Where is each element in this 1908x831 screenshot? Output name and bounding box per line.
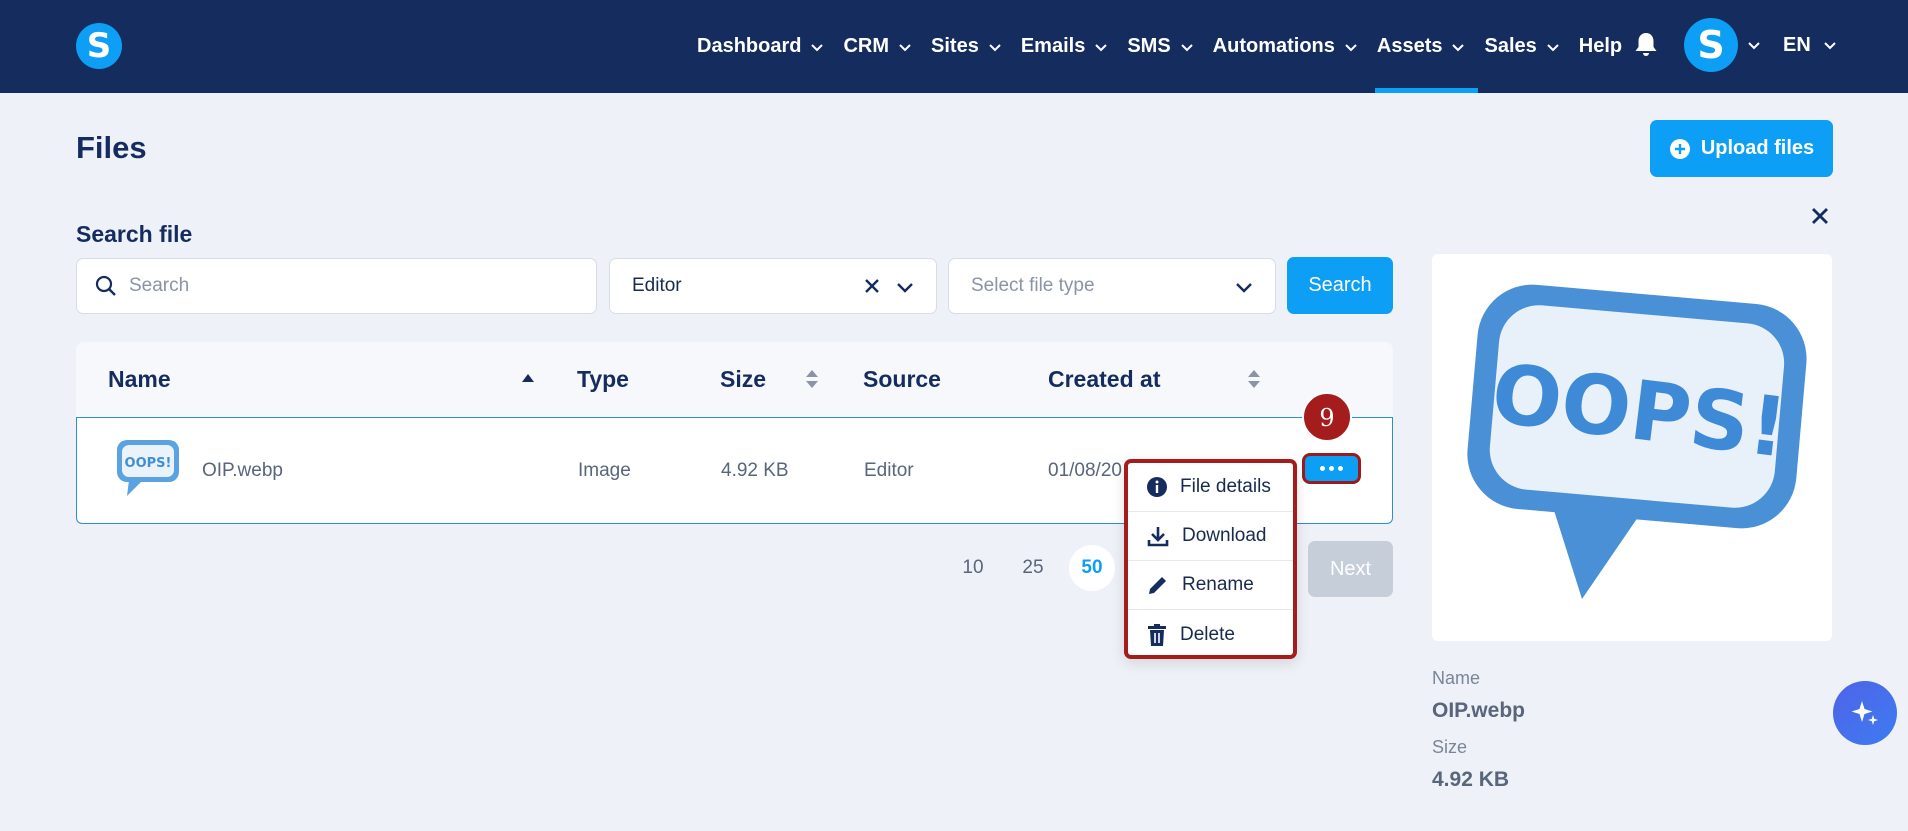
clear-icon[interactable]	[862, 276, 882, 296]
info-icon	[1147, 477, 1167, 497]
sparkle-icon	[1851, 701, 1878, 725]
bell-icon[interactable]	[1633, 31, 1659, 59]
dot-icon	[1320, 466, 1325, 471]
menu-item-file-details[interactable]: File details	[1128, 463, 1293, 512]
nav-item-dashboard[interactable]: Dashboard	[697, 0, 826, 93]
file-type-select[interactable]: Select file type	[948, 258, 1276, 314]
page-size-10[interactable]: 10	[950, 545, 996, 591]
main-nav: Dashboard CRM Sites Emails SMS Automatio…	[697, 0, 1639, 93]
column-header-source: Source	[863, 366, 941, 392]
page-size-50[interactable]: 50	[1069, 545, 1115, 591]
search-button[interactable]: Search	[1287, 257, 1393, 314]
menu-item-delete[interactable]: Delete	[1128, 610, 1293, 659]
nav-item-emails[interactable]: Emails	[1021, 0, 1110, 93]
nav-item-automations[interactable]: Automations	[1213, 0, 1360, 93]
column-header-name[interactable]: Name	[108, 366, 171, 393]
menu-item-label: Delete	[1180, 623, 1235, 645]
preview-size-label: Size	[1432, 737, 1468, 757]
row-actions-menu: File details Download Rename Delete	[1124, 459, 1297, 659]
page-title: Files	[76, 130, 147, 165]
svg-text:OOPS!: OOPS!	[125, 456, 172, 471]
preview-speech-bubble: OOPS!	[1432, 254, 1832, 641]
file-preview-image: OOPS!	[1432, 254, 1832, 641]
chevron-down-icon	[1452, 43, 1465, 51]
upload-files-button[interactable]: Upload files	[1650, 120, 1833, 177]
column-header-type: Type	[577, 366, 629, 392]
nav-item-crm[interactable]: CRM	[843, 0, 914, 93]
sort-ascending-icon[interactable]	[520, 372, 536, 384]
file-name[interactable]: OIP.webp	[202, 460, 283, 482]
nav-item-sites[interactable]: Sites	[931, 0, 1004, 93]
search-input[interactable]	[129, 275, 569, 297]
chevron-down-icon	[1824, 42, 1836, 50]
nav-item-label: Emails	[1020, 35, 1086, 57]
step-annotation-badge: 9	[1302, 392, 1352, 442]
top-navigation-bar: S Dashboard CRM Sites Emails SMS Automat…	[0, 0, 1908, 93]
menu-item-label: Rename	[1182, 574, 1254, 595]
row-actions-button[interactable]	[1305, 456, 1358, 481]
menu-item-label: Download	[1182, 525, 1267, 546]
column-header-size[interactable]: Size	[720, 366, 766, 393]
search-section-label: Search file	[76, 221, 193, 247]
search-field	[76, 258, 597, 314]
dot-icon	[1338, 466, 1343, 471]
pencil-icon	[1149, 577, 1166, 594]
chevron-down-icon	[899, 43, 911, 51]
source-select[interactable]: Editor	[609, 258, 937, 314]
plus-circle-icon	[1669, 138, 1690, 159]
nav-item-label: Sites	[931, 35, 979, 57]
column-header-created-at[interactable]: Created at	[1048, 366, 1160, 393]
source-select-value: Editor	[632, 275, 682, 296]
user-avatar[interactable]: S	[1684, 18, 1738, 72]
file-type: Image	[578, 460, 631, 481]
nav-item-label: Dashboard	[697, 35, 802, 57]
chevron-down-icon	[811, 43, 824, 51]
menu-item-rename[interactable]: Rename	[1128, 561, 1293, 610]
nav-item-label: Automations	[1212, 35, 1335, 57]
language-selector[interactable]: EN	[1783, 0, 1839, 90]
nav-item-sms[interactable]: SMS	[1127, 0, 1195, 93]
chevron-down-icon	[1345, 43, 1357, 51]
file-created-at: 01/08/20	[1048, 460, 1122, 481]
preview-name-label: Name	[1432, 668, 1481, 688]
chevron-down-icon	[1180, 43, 1193, 51]
app-logo[interactable]: S	[76, 23, 122, 69]
nav-item-label: Assets	[1376, 35, 1443, 57]
chevron-down-icon	[989, 43, 1001, 51]
nav-item-assets[interactable]: Assets	[1374, 0, 1479, 93]
page-size-25[interactable]: 25	[1010, 545, 1056, 591]
language-label: EN	[1783, 33, 1811, 56]
chevron-down-icon	[1547, 43, 1559, 51]
menu-item-download[interactable]: Download	[1128, 512, 1293, 561]
nav-item-sales[interactable]: Sales	[1484, 0, 1561, 93]
trash-icon	[1148, 623, 1166, 646]
close-icon[interactable]	[1808, 204, 1832, 228]
file-source: Editor	[864, 460, 914, 481]
nav-item-label: Sales	[1484, 35, 1537, 57]
chevron-down-icon	[1095, 43, 1108, 51]
preview-size-value: 4.92 KB	[1432, 768, 1510, 791]
file-type-placeholder: Select file type	[971, 275, 1095, 296]
preview-name-value: OIP.webp	[1432, 699, 1525, 722]
chevron-down-icon[interactable]	[895, 277, 915, 297]
chevron-down-icon[interactable]	[1745, 36, 1763, 54]
file-thumbnail: OOPS!	[117, 440, 179, 496]
upload-files-label: Upload files	[1700, 137, 1815, 159]
dot-icon	[1329, 466, 1334, 471]
nav-item-label: CRM	[843, 35, 890, 57]
nav-item-label: SMS	[1127, 35, 1171, 57]
sort-icon[interactable]	[1247, 368, 1261, 390]
menu-item-label: File details	[1180, 476, 1271, 497]
sort-icon[interactable]	[805, 368, 819, 390]
files-table-header: Name Type Size Source Created at	[76, 342, 1393, 418]
download-icon	[1147, 527, 1169, 547]
nav-item-label: Help	[1578, 35, 1623, 57]
file-size: 4.92 KB	[721, 460, 789, 481]
search-icon	[95, 275, 116, 296]
nav-item-help[interactable]: Help	[1579, 0, 1622, 93]
chevron-down-icon	[1236, 283, 1252, 293]
ai-assistant-button[interactable]	[1833, 681, 1897, 745]
next-page-button[interactable]: Next	[1308, 541, 1393, 597]
